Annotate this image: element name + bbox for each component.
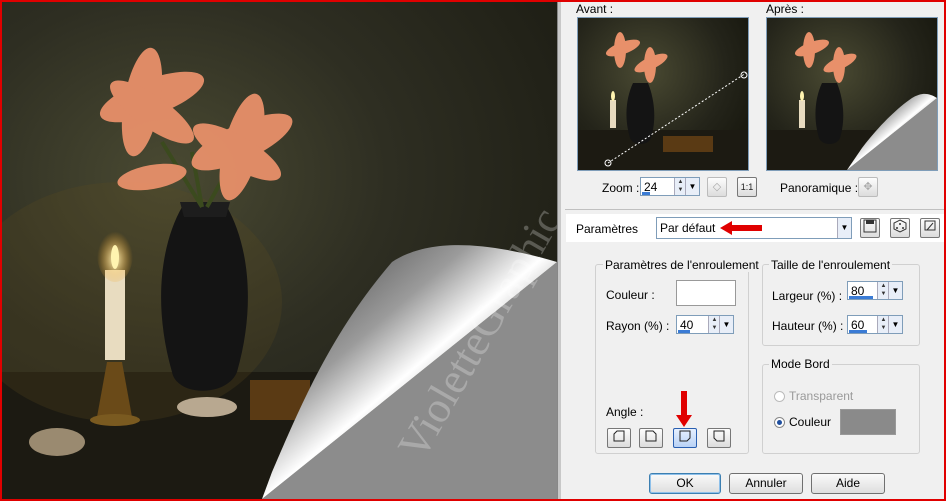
- ok-button[interactable]: OK: [649, 473, 721, 494]
- save-icon[interactable]: [860, 218, 880, 238]
- couleur-swatch[interactable]: [676, 280, 736, 306]
- zoom-actual-label: 1:1: [740, 182, 754, 192]
- rayon-dropdown-arrow[interactable]: ▼: [719, 316, 733, 333]
- dialog-frame: VioletteGraphic Avant : Après : Zoom: 2…: [0, 0, 946, 501]
- rayon-level-bar: [678, 330, 690, 333]
- rayon-label: Rayon (%) :: [606, 319, 670, 333]
- transparent-label: Transparent: [789, 389, 854, 403]
- hauteur-label: Hauteur (%) :: [772, 319, 844, 333]
- couleur-label: Couleur :: [606, 288, 655, 302]
- red-arrow-angle-icon: [676, 391, 692, 427]
- still-life-artwork: VioletteGraphic: [2, 47, 557, 499]
- move-icon[interactable]: ✥: [858, 177, 878, 197]
- largeur-label: Largeur (%) :: [772, 289, 843, 303]
- aide-button[interactable]: Aide: [811, 473, 885, 494]
- red-arrow-preset-icon: [720, 221, 762, 235]
- couleur-bord-label: Couleur: [789, 415, 832, 429]
- hauteur-dropdown-arrow[interactable]: ▼: [888, 316, 902, 333]
- reset-icon[interactable]: [920, 218, 940, 238]
- angle-label: Angle :: [606, 405, 644, 419]
- annuler-button[interactable]: Annuler: [729, 473, 803, 494]
- rayon-spinner[interactable]: 40 ▲ ▼ ▼: [676, 315, 734, 334]
- dice-icon[interactable]: [890, 218, 910, 238]
- after-thumbnail: [766, 17, 938, 171]
- enroulement-group-title: Paramètres de l'enroulement: [603, 258, 761, 272]
- fit-icon[interactable]: ◇: [707, 177, 727, 197]
- couleur-radio[interactable]: [774, 417, 785, 428]
- mode-bord-group-title: Mode Bord: [769, 357, 832, 371]
- largeur-spinner[interactable]: 80 ▲ ▼ ▼: [847, 281, 903, 300]
- largeur-level-bar: [849, 296, 873, 299]
- zoom-dropdown-arrow[interactable]: ▼: [685, 178, 699, 195]
- largeur-dropdown-arrow[interactable]: ▼: [888, 282, 902, 299]
- angle-top-right-button[interactable]: [639, 428, 663, 448]
- hauteur-level-bar: [849, 330, 867, 333]
- bord-couleur-swatch[interactable]: [840, 409, 896, 435]
- angle-bottom-right-button[interactable]: [673, 428, 697, 448]
- zoom-label: Zoom :: [602, 181, 640, 195]
- transparent-radio[interactable]: [774, 391, 785, 402]
- taille-group-title: Taille de l'enroulement: [769, 258, 893, 272]
- zoom-spinner[interactable]: 24 ▲ ▼ ▼: [640, 177, 700, 196]
- zoom-level-bar: [642, 192, 650, 195]
- image-preview: VioletteGraphic: [2, 2, 557, 499]
- zoom-actual-size-button[interactable]: 1:1: [737, 177, 757, 197]
- splitter[interactable]: [557, 2, 561, 499]
- apres-label: Après :: [766, 2, 805, 16]
- before-thumbnail[interactable]: [577, 17, 749, 171]
- angle-top-left-button[interactable]: [607, 428, 631, 448]
- angle-bottom-left-button[interactable]: [707, 428, 731, 448]
- avant-label: Avant :: [576, 2, 614, 16]
- hauteur-spinner[interactable]: 60 ▲ ▼ ▼: [847, 315, 903, 334]
- preset-dropdown-arrow[interactable]: ▼: [837, 218, 851, 238]
- preset-value: Par défaut: [660, 221, 716, 235]
- divider: [565, 209, 944, 210]
- panoramique-label: Panoramique :: [780, 181, 859, 195]
- parametres-label: Paramètres: [576, 222, 639, 236]
